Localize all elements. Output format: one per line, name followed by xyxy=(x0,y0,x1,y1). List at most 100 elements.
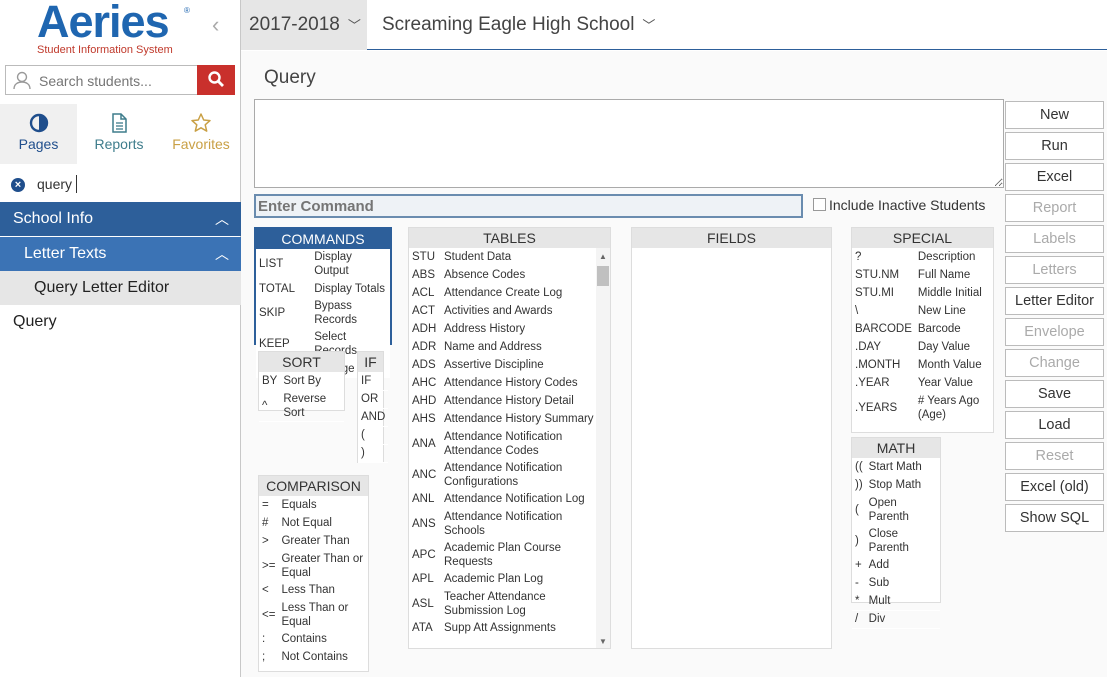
search-input[interactable] xyxy=(39,71,194,91)
comparison-code: # xyxy=(259,514,279,533)
scroll-thumb[interactable] xyxy=(597,266,609,286)
tables-row[interactable]: ANS Attendance Notification Schools xyxy=(409,508,597,540)
math-panel: MATH ((Start Math)) Stop Math(Open Parent… xyxy=(851,437,941,629)
comparison-row[interactable]: >= Greater Than or Equal xyxy=(259,550,368,582)
math-row[interactable]: ) Close Parenth xyxy=(852,525,940,557)
comparison-row[interactable]: : Contains xyxy=(259,630,368,649)
sort-row[interactable]: ^ Reverse Sort xyxy=(259,390,344,422)
menu-query-letter-editor[interactable]: Query Letter Editor xyxy=(0,271,241,305)
tables-row[interactable]: APL Academic Plan Log xyxy=(409,570,597,589)
labels-button[interactable]: Labels xyxy=(1005,225,1104,253)
save-button[interactable]: Save xyxy=(1005,380,1104,408)
if-row[interactable]: AND xyxy=(358,408,389,427)
page-filter[interactable]: × query xyxy=(0,170,241,200)
include-inactive-checkbox[interactable]: Include Inactive Students xyxy=(813,197,985,213)
tables-row[interactable]: AHS Attendance History Summary xyxy=(409,410,597,429)
if-row[interactable]: OR xyxy=(358,390,389,409)
comparison-row[interactable]: > Greater Than xyxy=(259,532,368,551)
excel-button[interactable]: Excel xyxy=(1005,163,1104,191)
letters-button[interactable]: Letters xyxy=(1005,256,1104,284)
special-row[interactable]: .YEARS # Years Ago (Age) xyxy=(852,392,993,424)
command-input[interactable] xyxy=(254,194,803,218)
math-row[interactable]: )) Stop Math xyxy=(852,476,940,495)
new-button[interactable]: New xyxy=(1005,101,1104,129)
fields-panel: FIELDS xyxy=(631,227,832,649)
special-row[interactable]: .MONTH Month Value xyxy=(852,356,993,375)
if-row[interactable]: IF xyxy=(358,372,389,391)
tables-row[interactable]: ADR Name and Address xyxy=(409,338,597,357)
tables-row[interactable]: ASL Teacher Attendance Submission Log xyxy=(409,588,597,620)
load-button[interactable]: Load xyxy=(1005,411,1104,439)
special-row[interactable]: .YEAR Year Value xyxy=(852,374,993,393)
commands-row[interactable]: LIST Display Output xyxy=(256,249,390,280)
aeries-logo[interactable]: Aeries ® Student Information System xyxy=(37,0,190,58)
math-row[interactable]: * Mult xyxy=(852,592,940,611)
comparison-row[interactable]: ; Not Contains xyxy=(259,648,368,667)
special-row[interactable]: ? Description xyxy=(852,248,993,267)
clear-filter-icon[interactable]: × xyxy=(11,178,25,192)
tables-row[interactable]: STU Student Data xyxy=(409,248,597,267)
reset-button[interactable]: Reset xyxy=(1005,442,1104,470)
tab-favorites[interactable]: Favorites xyxy=(161,104,241,164)
commands-row[interactable]: SKIP Bypass Records xyxy=(256,297,390,329)
tables-description: Attendance History Summary xyxy=(441,410,597,429)
run-button[interactable]: Run xyxy=(1005,132,1104,160)
sort-row[interactable]: BY Sort By xyxy=(259,372,344,391)
math-row[interactable]: + Add xyxy=(852,556,940,575)
star-icon xyxy=(191,113,211,132)
change-button[interactable]: Change xyxy=(1005,349,1104,377)
tables-row[interactable]: AHD Attendance History Detail xyxy=(409,392,597,411)
if-row[interactable]: ( xyxy=(358,426,389,445)
math-row[interactable]: - Sub xyxy=(852,574,940,593)
tables-row[interactable]: ACL Attendance Create Log xyxy=(409,284,597,303)
letter-editor-button[interactable]: Letter Editor xyxy=(1005,287,1104,315)
tables-row[interactable]: ABS Absence Codes xyxy=(409,266,597,285)
tables-row[interactable]: ACT Activities and Awards xyxy=(409,302,597,321)
top-header: 2017-2018 ﹀ Screaming Eagle High School ﹀ xyxy=(241,0,1107,50)
special-row[interactable]: STU.MI Middle Initial xyxy=(852,284,993,303)
comparison-row[interactable]: <= Less Than or Equal xyxy=(259,599,368,631)
query-textarea[interactable] xyxy=(254,99,1004,188)
tables-row[interactable]: AHC Attendance History Codes xyxy=(409,374,597,393)
menu-query[interactable]: Query xyxy=(0,305,241,339)
special-row[interactable]: \ New Line xyxy=(852,302,993,321)
tables-list: STU Student Data ABS Absence Codes ACL Attend… xyxy=(409,248,597,638)
tables-row[interactable]: ADH Address History xyxy=(409,320,597,339)
tables-scrollbar[interactable]: ▲ ▼ xyxy=(596,248,610,648)
menu-letter-texts[interactable]: Letter Texts ︿ xyxy=(0,237,241,271)
scroll-down-icon[interactable]: ▼ xyxy=(599,637,607,646)
sort-description: Reverse Sort xyxy=(280,390,344,422)
math-row[interactable]: ((Start Math xyxy=(852,458,940,477)
collapse-sidebar-icon[interactable]: ‹ xyxy=(212,12,219,38)
special-row[interactable]: BARCODE Barcode xyxy=(852,320,993,339)
tables-row[interactable]: ADS Assertive Discipline xyxy=(409,356,597,375)
school-select[interactable]: Screaming Eagle High School ﹀ xyxy=(382,0,655,50)
special-row[interactable]: STU.NM Full Name xyxy=(852,266,993,285)
school-year-select[interactable]: 2017-2018 ﹀ xyxy=(241,0,367,50)
comparison-row[interactable]: # Not Equal xyxy=(259,514,368,533)
tables-row[interactable]: ATA Supp Att Assignments xyxy=(409,619,597,638)
scroll-up-icon[interactable]: ▲ xyxy=(599,252,607,261)
sort-panel: SORT BY Sort By ^ Reverse Sort xyxy=(258,351,345,422)
comparison-row[interactable]: < Less Than xyxy=(259,581,368,600)
excel-old-button[interactable]: Excel (old) xyxy=(1005,473,1104,501)
tab-pages[interactable]: Pages xyxy=(0,104,77,164)
math-row[interactable]: / Div xyxy=(852,610,940,629)
tables-row[interactable]: ANC Attendance Notification Configuration… xyxy=(409,459,597,491)
special-row[interactable]: .DAY Day Value xyxy=(852,338,993,357)
tables-row[interactable]: APC Academic Plan Course Requests xyxy=(409,539,597,571)
report-button[interactable]: Report xyxy=(1005,194,1104,222)
search-button[interactable] xyxy=(197,65,235,95)
envelope-button[interactable]: Envelope xyxy=(1005,318,1104,346)
if-row[interactable]: ) xyxy=(358,444,389,463)
comparison-row[interactable]: = Equals xyxy=(259,496,368,515)
tables-row[interactable]: ANA Attendance Notification Attendance Co… xyxy=(409,428,597,460)
tables-row[interactable]: ANL Attendance Notification Log xyxy=(409,490,597,509)
checkbox-box[interactable] xyxy=(813,198,826,211)
tables-code: ATA xyxy=(409,619,441,638)
menu-school-info[interactable]: School Info ︿ xyxy=(0,202,241,236)
tab-reports[interactable]: Reports xyxy=(77,104,161,164)
show-sql-button[interactable]: Show SQL xyxy=(1005,504,1104,532)
commands-row[interactable]: TOTAL Display Totals xyxy=(256,279,390,298)
math-row[interactable]: (Open Parenth xyxy=(852,494,940,526)
